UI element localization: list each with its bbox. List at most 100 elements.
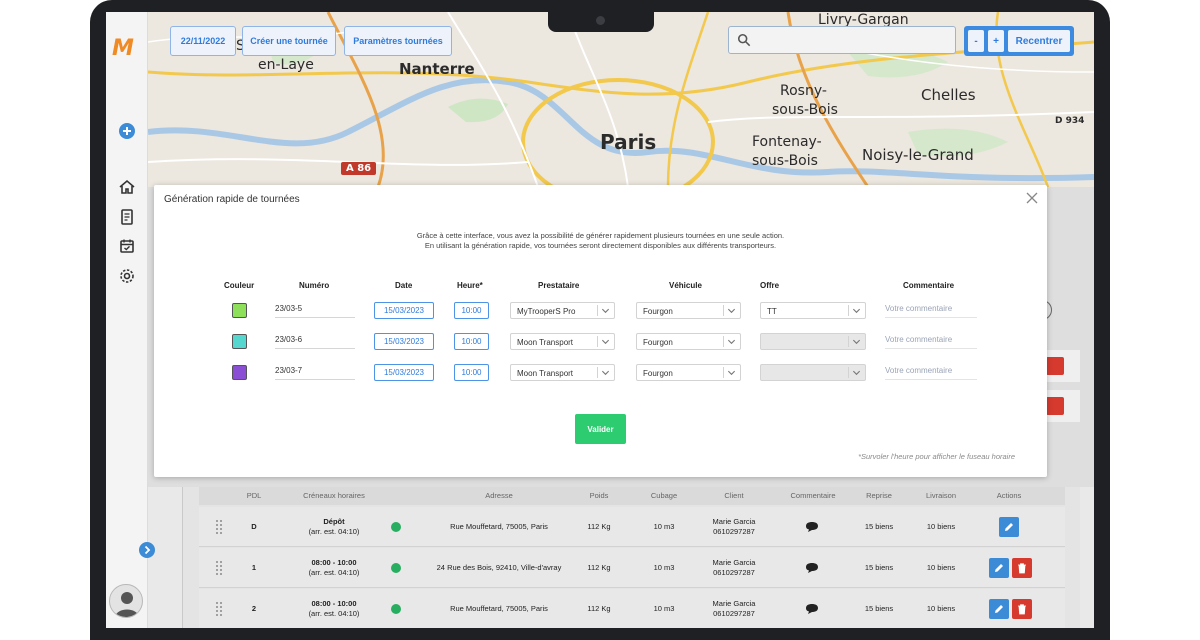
map-label-fontenay-1: Fontenay- <box>752 134 822 150</box>
weight-cell: 112 Kg <box>587 563 611 572</box>
delete-button[interactable] <box>1012 558 1032 578</box>
date-input[interactable]: 15/03/2023 <box>374 302 434 319</box>
map-label-en-laye: en-Laye <box>258 57 314 73</box>
chevron-down-icon <box>852 308 861 314</box>
date-picker-button[interactable]: 22/11/2022 <box>170 26 236 56</box>
tour-number-input[interactable]: 23/03-5 <box>275 302 355 318</box>
tour-settings-button[interactable]: Paramètres tournées <box>344 26 452 56</box>
edit-button[interactable] <box>989 599 1009 619</box>
calendar-icon[interactable] <box>118 237 136 255</box>
pdl-cell: 2 <box>251 604 257 613</box>
modal-intro-line-2: En utilisant la génération rapide, vos t… <box>424 241 777 250</box>
time-input[interactable]: 10:00 <box>454 333 489 350</box>
time-slot-cell: 08:00 - 10:00 <box>311 599 357 608</box>
table-header-cell: Poids <box>589 491 609 500</box>
home-icon[interactable] <box>118 178 136 196</box>
select-separator <box>848 367 849 378</box>
status-dot <box>391 604 401 614</box>
chevron-right-icon <box>144 545 151 555</box>
trash-icon <box>1018 563 1026 574</box>
provider-select[interactable]: MyTrooperS Pro <box>510 302 615 319</box>
provider-select[interactable]: Moon Transport <box>510 364 615 381</box>
time-input[interactable]: 10:00 <box>454 302 489 319</box>
provider-select[interactable]: Moon Transport <box>510 333 615 350</box>
comment-icon[interactable] <box>805 521 819 533</box>
drag-handle-icon[interactable] <box>215 558 223 578</box>
vehicle-select[interactable]: Fourgon <box>636 333 741 350</box>
date-input[interactable]: 15/03/2023 <box>374 333 434 350</box>
client-phone-cell: 0610297287 <box>713 527 755 536</box>
comment-icon[interactable] <box>805 562 819 574</box>
table-header-cell: Commentaire <box>790 491 836 500</box>
select-separator <box>723 305 724 316</box>
table-header-cell: Créneaux horaires <box>303 491 365 500</box>
edit-button[interactable] <box>989 558 1009 578</box>
delete-button[interactable] <box>1012 599 1032 619</box>
volume-cell: 10 m3 <box>653 604 675 613</box>
background-delete-button[interactable] <box>1046 357 1064 375</box>
map-label-d934: D 934 <box>1055 116 1085 126</box>
edit-button[interactable] <box>999 517 1019 537</box>
vehicle-select[interactable]: Fourgon <box>636 302 741 319</box>
drag-handle-icon[interactable] <box>215 517 223 537</box>
map-search-input[interactable] <box>728 26 956 54</box>
weight-cell: 112 Kg <box>587 522 611 531</box>
zoom-out-button[interactable]: - <box>968 30 984 52</box>
tour-number-input[interactable]: 23/03-6 <box>275 333 355 349</box>
column-header-number: Numéro <box>299 281 330 290</box>
comment-input[interactable]: Votre commentaire <box>885 302 977 318</box>
recenter-button[interactable]: Recentrer <box>1008 30 1070 52</box>
column-header-time: Heure* <box>457 281 483 290</box>
date-input[interactable]: 15/03/2023 <box>374 364 434 381</box>
offer-select[interactable] <box>760 364 866 381</box>
color-swatch[interactable] <box>232 334 247 349</box>
offer-select[interactable]: TT <box>760 302 866 319</box>
client-phone-cell: 0610297287 <box>713 609 755 618</box>
offer-select[interactable] <box>760 333 866 350</box>
expand-sidebar-button[interactable] <box>139 542 155 558</box>
add-icon[interactable] <box>118 122 136 140</box>
map-label-fontenay-2: sous-Bois <box>752 153 818 169</box>
client-name-cell: Marie Garcia <box>712 558 756 567</box>
select-separator <box>723 367 724 378</box>
comment-input[interactable]: Votre commentaire <box>885 333 977 349</box>
avatar[interactable] <box>109 584 143 618</box>
time-input[interactable]: 10:00 <box>454 364 489 381</box>
time-slot-cell: 08:00 - 10:00 <box>311 558 357 567</box>
vehicle-select[interactable]: Fourgon <box>636 364 741 381</box>
comment-input[interactable]: Votre commentaire <box>885 364 977 380</box>
volume-cell: 10 m3 <box>653 522 675 531</box>
table-row[interactable]: D Dépôt (arr. est. 04:10) Rue Mouffetard… <box>199 507 1065 547</box>
drag-handle-icon[interactable] <box>215 599 223 619</box>
sidebar: M <box>106 12 148 628</box>
validate-button[interactable]: Valider <box>575 414 626 444</box>
modal-intro-line-1: Grâce à cette interface, vous avez la po… <box>416 231 785 240</box>
chevron-down-icon <box>601 308 610 314</box>
column-header-color: Couleur <box>224 281 255 290</box>
vehicle-select-value: Fourgon <box>643 369 673 378</box>
chevron-down-icon <box>727 339 736 345</box>
provider-select-value: Moon Transport <box>517 338 574 347</box>
address-cell: Rue Mouffetard, 75005, Paris <box>450 522 548 531</box>
vehicle-select-value: Fourgon <box>643 307 673 316</box>
map-view[interactable]: S en-Laye Nanterre Paris Livry-Gargan Ro… <box>148 12 1094 187</box>
chevron-down-icon <box>852 370 861 376</box>
invoice-icon[interactable] <box>118 208 136 226</box>
map-label-nanterre: Nanterre <box>399 60 475 78</box>
zoom-controls: - + Recentrer <box>964 26 1074 56</box>
table-row[interactable]: 2 08:00 - 10:00 (arr. est. 04:10) Rue Mo… <box>199 589 1065 628</box>
color-swatch[interactable] <box>232 303 247 318</box>
color-swatch[interactable] <box>232 365 247 380</box>
comment-icon[interactable] <box>805 603 819 615</box>
status-dot <box>391 522 401 532</box>
table-row[interactable]: 1 08:00 - 10:00 (arr. est. 04:10) 24 Rue… <box>199 548 1065 588</box>
camera-dot <box>596 16 605 25</box>
table-header-cell: Client <box>724 491 744 500</box>
background-delete-button[interactable] <box>1046 397 1064 415</box>
tour-number-input[interactable]: 23/03-7 <box>275 364 355 380</box>
close-icon[interactable] <box>1025 191 1039 205</box>
create-tour-button[interactable]: Créer une tournée <box>242 26 336 56</box>
gear-icon[interactable] <box>118 267 136 285</box>
zoom-in-button[interactable]: + <box>988 30 1004 52</box>
client-name-cell: Marie Garcia <box>712 517 756 526</box>
